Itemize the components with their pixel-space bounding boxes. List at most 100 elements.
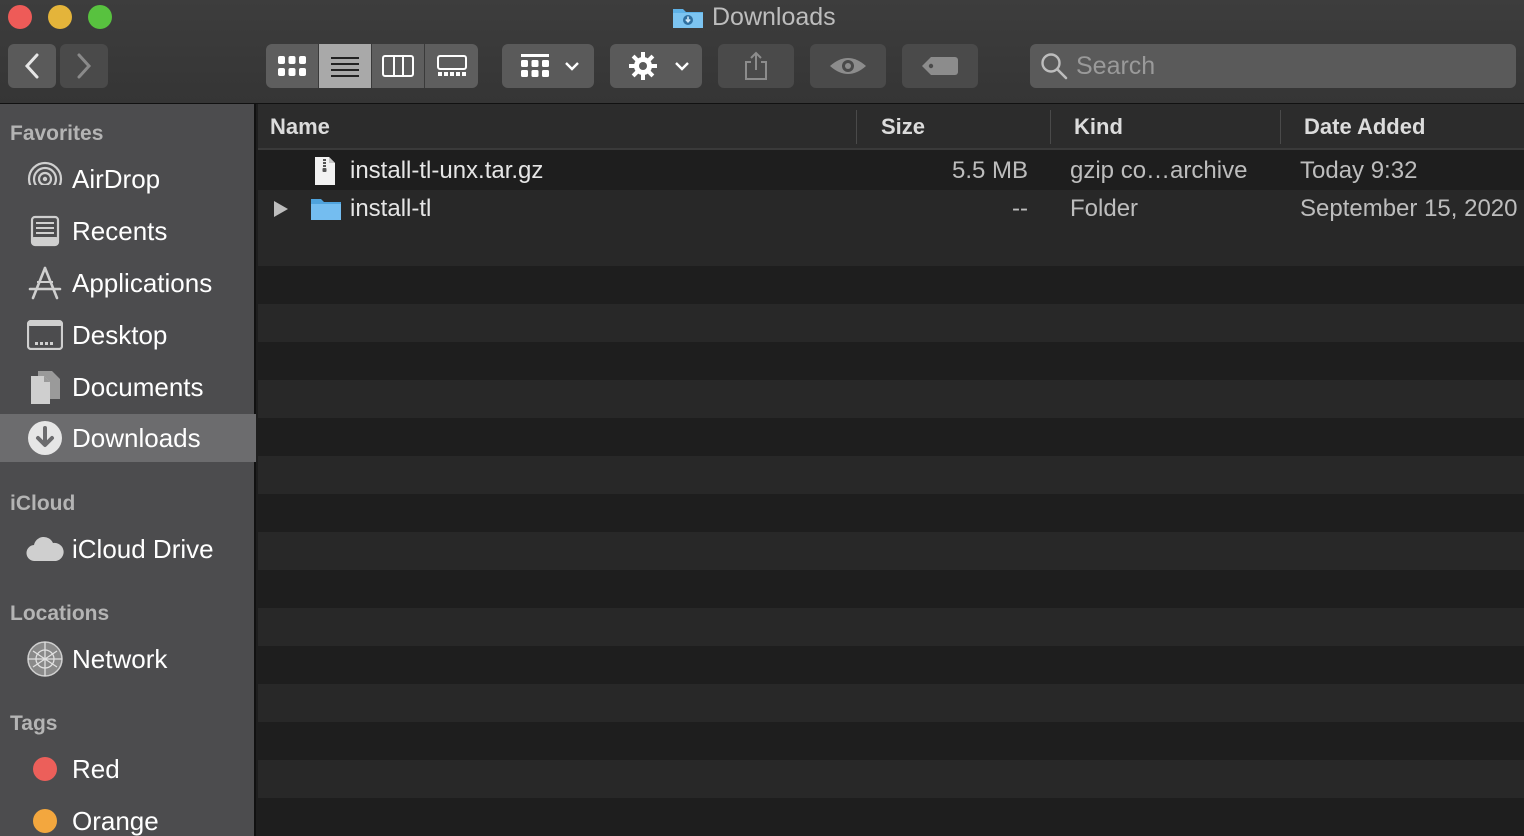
tags-button[interactable]	[902, 44, 978, 88]
window-title-text: Downloads	[712, 2, 836, 31]
file-date-added: Today 9:32	[1300, 157, 1418, 184]
action-menu-button[interactable]	[610, 44, 702, 88]
grid-icon	[278, 56, 306, 76]
cloud-icon	[26, 530, 64, 568]
folder-icon	[310, 190, 342, 228]
sidebar: Favorites AirDrop Recents Applications D…	[0, 104, 256, 836]
icon-view-button[interactable]	[266, 44, 319, 88]
column-header-date-added[interactable]: Date Added	[1304, 104, 1425, 150]
locations-section-title: Locations	[10, 602, 110, 625]
sidebar-item-label: Applications	[72, 267, 213, 298]
tag-dot	[33, 809, 57, 833]
search-input[interactable]	[1076, 51, 1496, 81]
file-date-added: September 15, 2020	[1300, 195, 1518, 222]
gallery-icon	[436, 55, 467, 76]
sidebar-item-airdrop[interactable]: AirDrop	[0, 155, 256, 203]
search-icon	[1041, 53, 1068, 80]
list-icon	[331, 57, 359, 77]
list-view-button[interactable]	[319, 44, 372, 88]
file-name: install-tl	[350, 195, 432, 222]
zoom-window-button[interactable]	[88, 5, 112, 29]
empty-row	[258, 570, 1524, 608]
chevron-down-icon	[565, 62, 579, 71]
disclosure-triangle-icon[interactable]	[272, 190, 290, 228]
sidebar-item-recents[interactable]: Recents	[0, 207, 256, 255]
sidebar-item-label: Documents	[72, 371, 204, 402]
tag-dot	[33, 757, 57, 781]
empty-row	[258, 760, 1524, 798]
empty-row	[258, 646, 1524, 684]
empty-row	[258, 418, 1524, 456]
sidebar-item-icloud-drive[interactable]: iCloud Drive	[0, 525, 256, 573]
chevron-down-icon	[675, 62, 689, 71]
quick-look-button[interactable]	[810, 44, 886, 88]
search-field[interactable]	[1030, 44, 1516, 88]
desktop-icon	[26, 316, 64, 354]
sidebar-item-documents[interactable]: Documents	[0, 363, 256, 411]
column-header-size[interactable]: Size	[881, 104, 925, 150]
share-button[interactable]	[718, 44, 794, 88]
sidebar-item-label: Red	[72, 753, 120, 784]
tag-icon	[922, 57, 958, 75]
column-header: Name Size Kind Date Added	[258, 104, 1524, 150]
red-tag-icon	[26, 750, 64, 788]
sidebar-item-label: Downloads	[72, 422, 201, 453]
columns-icon	[382, 55, 414, 77]
sidebar-item-tag-red[interactable]: Red	[0, 745, 256, 793]
file-kind: Folder	[1070, 195, 1139, 222]
file-size: --	[1012, 195, 1028, 222]
downloads-icon	[26, 419, 64, 457]
recents-icon	[26, 212, 64, 250]
back-button[interactable]	[8, 44, 56, 88]
sidebar-item-label: Recents	[72, 215, 168, 246]
column-header-name[interactable]: Name	[270, 104, 330, 150]
gear-icon	[629, 52, 657, 80]
eye-icon	[830, 58, 866, 74]
empty-row	[258, 380, 1524, 418]
group-grid-icon	[521, 54, 549, 77]
sidebar-item-label: iCloud Drive	[72, 533, 214, 564]
sidebar-item-label: Desktop	[72, 319, 168, 350]
documents-icon	[26, 368, 64, 406]
window-toolbar: Downloads	[0, 0, 1524, 104]
empty-row	[258, 266, 1524, 304]
sidebar-item-label: AirDrop	[72, 163, 161, 194]
sidebar-item-network[interactable]: Network	[0, 635, 256, 683]
sidebar-item-label: Network	[72, 643, 168, 674]
gallery-view-button[interactable]	[425, 44, 478, 88]
view-mode-control	[266, 44, 478, 88]
minimize-window-button[interactable]	[48, 5, 72, 29]
close-window-button[interactable]	[8, 5, 32, 29]
archive-file-icon	[314, 152, 336, 190]
empty-row	[258, 456, 1524, 494]
empty-row	[258, 684, 1524, 722]
sidebar-item-desktop[interactable]: Desktop	[0, 311, 256, 359]
column-divider[interactable]	[1280, 110, 1281, 144]
sidebar-item-label: Orange	[72, 805, 159, 836]
empty-row	[258, 608, 1524, 646]
applications-icon	[26, 264, 64, 302]
downloads-folder-icon	[673, 9, 703, 28]
empty-row	[258, 494, 1524, 532]
sidebar-item-applications[interactable]: Applications	[0, 259, 256, 307]
file-list: Name Size Kind Date Added install-tl-unx…	[258, 104, 1524, 836]
empty-row	[258, 342, 1524, 380]
forward-button[interactable]	[60, 44, 108, 88]
favorites-section-title: Favorites	[10, 122, 104, 145]
sidebar-item-downloads[interactable]: Downloads	[0, 414, 256, 462]
airdrop-icon	[26, 160, 64, 198]
empty-row	[258, 798, 1524, 836]
table-row[interactable]: install-tl-unx.tar.gz 5.5 MB gzip co…arc…	[258, 152, 1524, 190]
table-row[interactable]: install-tl -- Folder September 15, 2020	[258, 190, 1524, 228]
group-by-button[interactable]	[502, 44, 594, 88]
share-icon	[745, 51, 767, 80]
column-divider[interactable]	[856, 110, 857, 144]
column-header-kind[interactable]: Kind	[1074, 104, 1123, 150]
chevron-left-icon	[24, 53, 39, 79]
column-divider[interactable]	[1050, 110, 1051, 144]
empty-row	[258, 722, 1524, 760]
sidebar-item-tag-orange[interactable]: Orange	[0, 797, 256, 836]
empty-row	[258, 532, 1524, 570]
column-view-button[interactable]	[372, 44, 425, 88]
empty-row	[258, 304, 1524, 342]
